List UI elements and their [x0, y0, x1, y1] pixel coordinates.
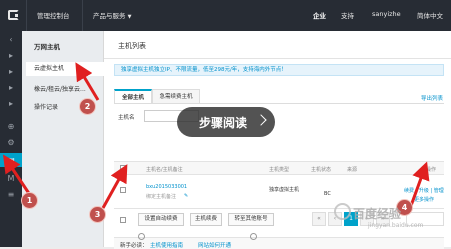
sidebar-item-logs[interactable]: 操作记录 — [34, 102, 58, 111]
select-all-checkbox[interactable] — [120, 165, 126, 171]
guide-link[interactable]: 主机使用指南 — [150, 241, 183, 249]
nav-arrow-icon[interactable]: ▸ — [6, 66, 16, 76]
top-divider — [82, 0, 83, 31]
tab-renew-hosts[interactable]: 急需续费主机 — [152, 89, 200, 103]
sidebar-item-cloud-host[interactable]: 云虚拟主机 — [26, 62, 104, 76]
chevron-right-icon — [255, 114, 267, 126]
newbie-label: 新手必读： — [120, 243, 148, 249]
filter-label: 主机名 — [118, 115, 135, 121]
divider — [104, 58, 451, 59]
watermark-logo-icon — [334, 203, 351, 220]
host-type: 独享虚拟主机 — [269, 187, 300, 193]
row-checkbox[interactable] — [120, 187, 126, 193]
edit-icon[interactable]: ✎ — [184, 193, 188, 199]
nav-arrow-icon[interactable]: ▸ — [6, 50, 16, 60]
icon-sidebar: ‹ ▸ ▸ ▸ ▸ ⊕ ⚙ ▤ M ≡ — [0, 31, 22, 247]
radio-option[interactable] — [250, 233, 257, 240]
host-icon[interactable]: ▤ — [0, 153, 22, 167]
nav-arrow-icon[interactable]: ▸ — [6, 82, 16, 92]
newbie-box: 新手必读： 主机使用指南 网站如何开通 — [114, 237, 444, 249]
auto-renew-button[interactable]: 设置自动续费 — [138, 213, 184, 226]
collapse-icon[interactable]: ‹ — [6, 34, 16, 44]
host-state: BC — [324, 191, 331, 197]
transfer-button[interactable]: 转至其他账号 — [228, 213, 274, 226]
more-actions-link[interactable]: 更多操作 — [414, 196, 434, 203]
tab-all-hosts[interactable]: 全部主机 — [114, 89, 152, 103]
tab-divider — [114, 103, 444, 104]
user-menu[interactable]: sanyizhe — [372, 10, 401, 18]
page-title: 主机列表 — [118, 42, 146, 50]
console-link[interactable]: 管理控制台 — [37, 10, 70, 20]
m-icon[interactable]: M — [6, 173, 16, 183]
settings-icon[interactable]: ⚙ — [6, 137, 16, 147]
website-link[interactable]: 网站如何开通 — [198, 241, 231, 249]
products-menu-label: 产品与服务 — [93, 12, 126, 20]
enterprise-link[interactable]: 企业 — [313, 10, 326, 20]
table-header: 主机名/主机备注 主机类型 主机状态 来源 操作 — [114, 161, 444, 175]
chevron-down-icon: ▼ — [127, 14, 132, 20]
promo-notice[interactable]: 独享虚拟主机独立IP、不限流量，低至298元/年，支持海内外节点！ — [114, 64, 444, 76]
step-marker-1: 1 — [22, 193, 37, 208]
step-marker-2: 2 — [80, 99, 95, 114]
column-header: 主机类型 — [269, 167, 290, 173]
column-header: 来源 — [347, 167, 358, 173]
language-menu[interactable]: 简体中文 — [417, 10, 443, 20]
sidebar-item-dedicated-host[interactable]: 橡云/租云/独享云... — [34, 84, 86, 93]
column-header: 操作 — [426, 167, 437, 173]
watermark-url: jingyan.baidu.com — [368, 222, 424, 229]
step-reading-label: 步骤阅读 — [199, 115, 248, 130]
top-divider — [26, 0, 27, 31]
stack-icon[interactable]: ≡ — [6, 189, 16, 199]
bulk-checkbox[interactable] — [120, 217, 126, 223]
column-header: 主机名/主机备注 — [146, 167, 183, 173]
export-link[interactable]: 导出列表 — [421, 94, 443, 102]
top-bar: 管理控制台 产品与服务 ▼ 企业 支持 sanyizhe 简体中文 — [0, 0, 451, 31]
watermark-text: 百度经验 — [353, 207, 402, 221]
step-marker-3: 3 — [90, 207, 105, 222]
radio-option[interactable] — [138, 233, 145, 240]
host-note: 绑定主机备注 — [146, 194, 177, 200]
support-link[interactable]: 支持 — [341, 10, 354, 20]
host-name-link[interactable]: bxu2015033001 — [146, 184, 187, 190]
renew-button[interactable]: 主机续费 — [190, 213, 222, 226]
sidebar-title: 万网主机 — [34, 43, 60, 51]
first-page-button[interactable]: « — [312, 212, 326, 226]
globe-icon[interactable]: ⊕ — [6, 121, 16, 131]
column-header: 主机状态 — [311, 167, 332, 173]
products-menu[interactable]: 产品与服务 ▼ — [93, 10, 131, 20]
row-actions[interactable]: 续费 | 升级 | 管理 — [404, 187, 444, 194]
logo-dot — [15, 14, 18, 17]
step-reading-overlay[interactable]: 步骤阅读 — [177, 107, 275, 137]
nav-arrow-icon[interactable]: ▸ — [6, 98, 16, 108]
